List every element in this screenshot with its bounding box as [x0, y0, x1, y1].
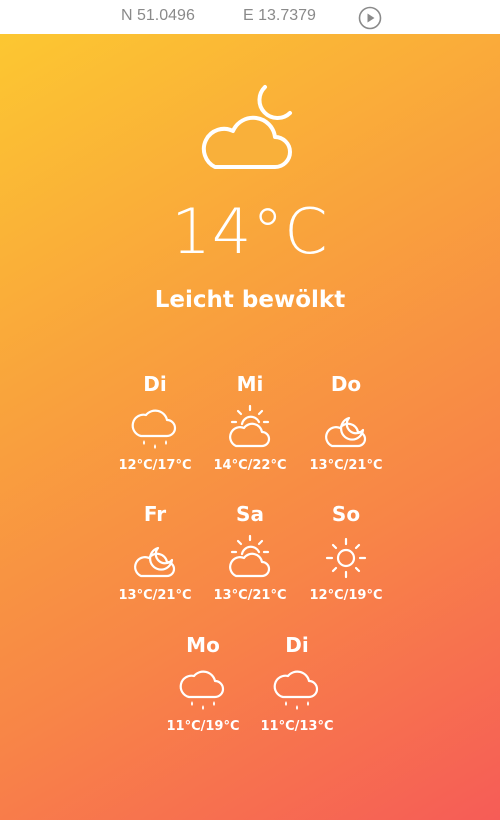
forecast-day-name: So [331, 502, 361, 526]
forecast-day: Sa 13°C/21°C [200, 500, 300, 606]
longitude-label: E 13.7379 [243, 7, 316, 24]
forecast-day: Mo 11°C/19°C [153, 631, 253, 737]
current-condition: Leicht bewölkt [154, 287, 346, 313]
cloud-sun-icon [222, 400, 278, 456]
forecast-temp-range: 12°C/17°C [118, 458, 192, 473]
forecast-day: Do 13°C/21°C [296, 370, 396, 476]
rain-icon [269, 661, 325, 717]
rain-icon [175, 661, 231, 717]
cloud-moon-icon [318, 400, 374, 456]
forecast-temp-range: 13°C/21°C [213, 588, 287, 603]
forecast-day: So 12°C/19°C [296, 500, 396, 606]
play-button[interactable] [358, 6, 382, 30]
forecast-day: Di 11°C/13°C [247, 631, 347, 737]
forecast-temp-range: 11°C/13°C [260, 719, 334, 734]
cloud-sun-icon [222, 530, 278, 586]
forecast-day-name: Di [143, 372, 167, 396]
forecast-day: Di 12°C/17°C [105, 370, 205, 476]
forecast-temp-range: 13°C/21°C [118, 588, 192, 603]
sun-icon [318, 530, 374, 586]
forecast-temp-range: 12°C/19°C [309, 588, 383, 603]
forecast-day-name: Mi [236, 372, 264, 396]
forecast-day-name: Mo [186, 633, 220, 657]
rain-icon [127, 400, 183, 456]
forecast-temp-range: 13°C/21°C [309, 458, 383, 473]
forecast-temp-range: 14°C/22°C [213, 458, 287, 473]
weather-panel: 14°C Leicht bewölkt Di 12°C/17°C Mi 14°C… [0, 34, 500, 820]
cloud-moon-icon [127, 530, 183, 586]
current-temperature: 14°C [171, 195, 329, 268]
forecast-day-name: Do [330, 372, 362, 396]
forecast-day-name: Fr [143, 502, 167, 526]
forecast-day-name: Sa [236, 502, 264, 526]
play-icon [358, 6, 382, 30]
forecast-temp-range: 11°C/19°C [166, 719, 240, 734]
forecast-day: Mi 14°C/22°C [200, 370, 300, 476]
latitude-label: N 51.0496 [121, 7, 195, 24]
forecast-day: Fr 13°C/21°C [105, 500, 205, 606]
forecast-day-name: Di [285, 633, 309, 657]
location-bar: N 51.0496 E 13.7379 [0, 0, 500, 34]
cloud-moon-icon [201, 85, 292, 169]
